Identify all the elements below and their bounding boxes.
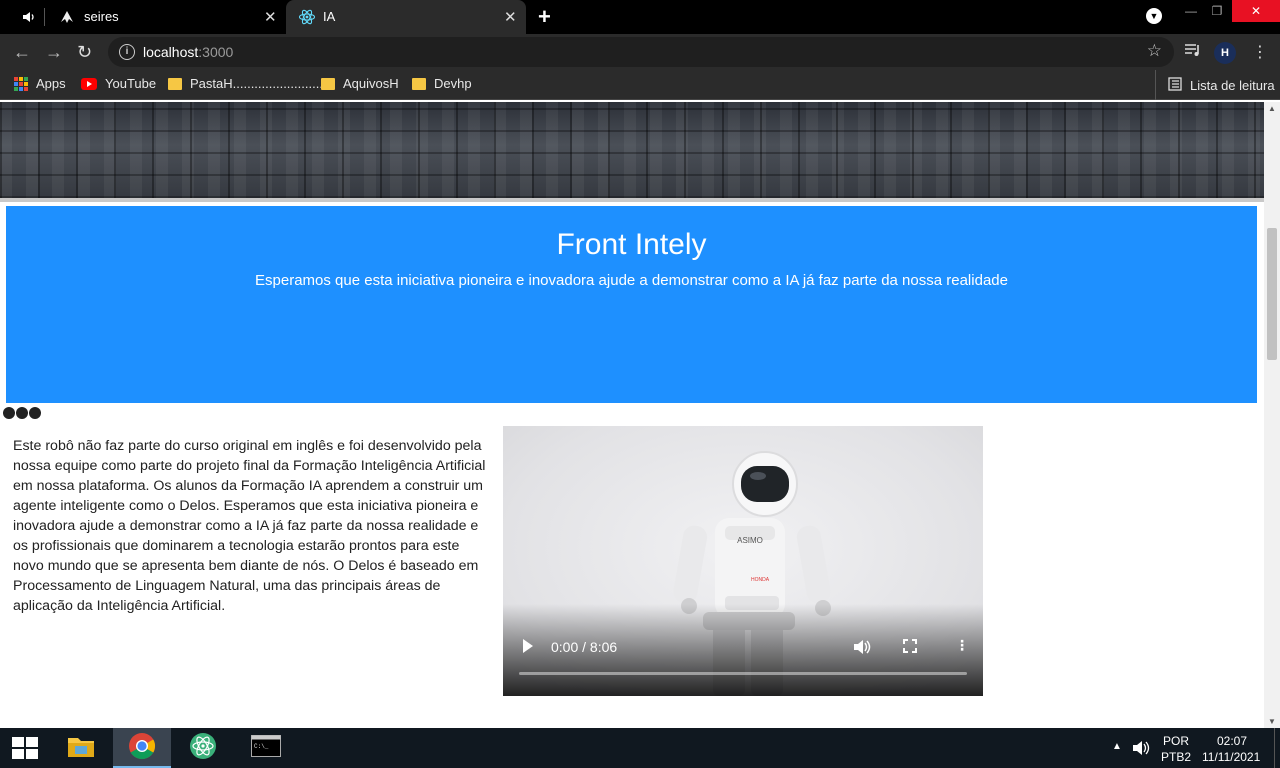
keyboard-layout[interactable]: PTB2 <box>1161 750 1191 764</box>
react-icon <box>298 8 316 26</box>
file-explorer-icon <box>66 733 96 764</box>
taskbar-atom[interactable] <box>174 728 232 768</box>
chrome-icon <box>128 732 156 765</box>
video-player[interactable]: ASIMO HONDA 0:00 / 8:06 ⋮ <box>503 426 983 696</box>
close-tab-icon[interactable]: ✕ <box>504 8 517 26</box>
volume-icon[interactable] <box>853 639 871 658</box>
show-hidden-icons-icon[interactable]: ▲ <box>1112 741 1122 752</box>
bookmark-apps[interactable]: Apps <box>14 76 66 91</box>
carousel-dot[interactable] <box>3 407 15 419</box>
header-background-image <box>0 102 1264 198</box>
tab-seires[interactable]: seires ✕ <box>0 0 286 34</box>
bookmark-label: YouTube <box>105 76 157 91</box>
menu-kebab-icon[interactable]: ⋮ <box>1252 42 1268 62</box>
folder-icon <box>412 77 426 90</box>
bookmark-devhp[interactable]: Devhp <box>412 76 472 91</box>
bookmark-star-icon[interactable]: ☆ <box>1147 41 1162 61</box>
bookmark-pastah[interactable]: PastaH.......................... <box>168 76 327 91</box>
bookmark-youtube[interactable]: YouTube <box>81 76 156 91</box>
reading-list-button[interactable]: Lista de leitura <box>1155 70 1275 100</box>
svg-text:C:\_: C:\_ <box>254 743 269 750</box>
tab-separator <box>44 8 45 26</box>
play-icon[interactable] <box>521 638 535 657</box>
clock-time[interactable]: 02:07 <box>1217 734 1247 748</box>
page-viewport: Front Intely Esperamos que esta iniciati… <box>0 102 1264 728</box>
browser-toolbar: ← → ↻ i localhost:3000 ☆ ⋮ <box>0 34 1280 70</box>
speaker-icon[interactable] <box>22 10 36 27</box>
clock-date[interactable]: 11/11/2021 <box>1202 750 1260 764</box>
atom-icon <box>189 732 217 765</box>
tab-title: IA <box>323 9 336 24</box>
back-arrow-icon[interactable]: ← <box>13 42 31 63</box>
scroll-up-arrow-icon[interactable]: ▲ <box>1268 104 1276 113</box>
scrollbar-thumb[interactable] <box>1267 228 1277 360</box>
forward-arrow-icon[interactable]: → <box>45 42 63 63</box>
bookmark-label: AquivosH <box>343 76 399 91</box>
taskbar-terminal[interactable]: C:\_ <box>237 728 295 768</box>
robot-brand: HONDA <box>751 577 770 583</box>
video-progress-bar[interactable] <box>519 672 967 675</box>
robot-label: ASIMO <box>737 536 763 545</box>
tab-strip: seires ✕ IA ✕ + ▼ — ❐ ✕ <box>0 0 1280 34</box>
close-tab-icon[interactable]: ✕ <box>264 8 277 26</box>
tab-title: seires <box>84 9 119 24</box>
profile-avatar[interactable]: H <box>1214 42 1236 64</box>
header-divider <box>0 198 1264 202</box>
bookmark-label: PastaH.......................... <box>190 76 327 91</box>
close-window-button[interactable]: ✕ <box>1232 0 1280 22</box>
folder-icon <box>168 77 182 90</box>
bookmarks-bar: Apps YouTube PastaH.....................… <box>0 70 1280 100</box>
windows-taskbar: C:\_ ▲ POR PTB2 02:07 11/11/2021 <box>0 728 1280 768</box>
carousel-dots[interactable] <box>3 407 41 419</box>
windows-start-icon[interactable] <box>12 737 38 759</box>
url-text[interactable]: localhost:3000 <box>143 44 233 60</box>
bookmark-label: Apps <box>36 76 66 91</box>
article-text: Este robô não faz parte do curso origina… <box>13 438 486 614</box>
maximize-button[interactable]: ❐ <box>1204 0 1230 22</box>
minimize-button[interactable]: — <box>1178 0 1204 22</box>
page-title: Front Intely <box>556 228 707 261</box>
tab-search-icon[interactable]: ▼ <box>1146 8 1162 24</box>
hero-banner: Front Intely Esperamos que esta iniciati… <box>6 206 1257 403</box>
folder-icon <box>321 77 335 90</box>
reading-list-icon <box>1168 76 1182 94</box>
page-subtitle: Esperamos que esta iniciativa pioneira e… <box>255 272 1008 289</box>
bookmark-aquivosh[interactable]: AquivosH <box>321 76 399 91</box>
taskbar-chrome[interactable] <box>113 728 171 768</box>
bookmark-label: Devhp <box>434 76 472 91</box>
reload-icon[interactable]: ↻ <box>77 42 92 63</box>
site-info-icon[interactable]: i <box>119 44 135 60</box>
language-indicator[interactable]: POR <box>1163 734 1189 748</box>
tab-ia[interactable]: IA ✕ <box>286 0 526 34</box>
youtube-icon <box>81 77 97 90</box>
carousel-dot[interactable] <box>29 407 41 419</box>
speaker-icon[interactable] <box>1132 740 1150 759</box>
show-desktop-button[interactable] <box>1274 728 1280 768</box>
media-controls-icon[interactable] <box>1184 42 1202 63</box>
new-tab-button[interactable]: + <box>538 4 551 30</box>
video-time: 0:00 / 8:06 <box>551 639 618 655</box>
more-options-icon[interactable]: ⋮ <box>955 637 969 654</box>
taskbar-file-explorer[interactable] <box>52 728 110 768</box>
fullscreen-icon[interactable] <box>903 639 917 656</box>
page-scrollbar[interactable]: ▲ ▼ <box>1264 102 1280 728</box>
apps-grid-icon <box>14 76 28 91</box>
tab-favicon-icon <box>58 8 76 26</box>
terminal-icon: C:\_ <box>251 734 281 762</box>
scroll-down-arrow-icon[interactable]: ▼ <box>1268 717 1276 726</box>
address-bar[interactable]: i localhost:3000 ☆ <box>108 37 1174 67</box>
carousel-dot[interactable] <box>16 407 28 419</box>
